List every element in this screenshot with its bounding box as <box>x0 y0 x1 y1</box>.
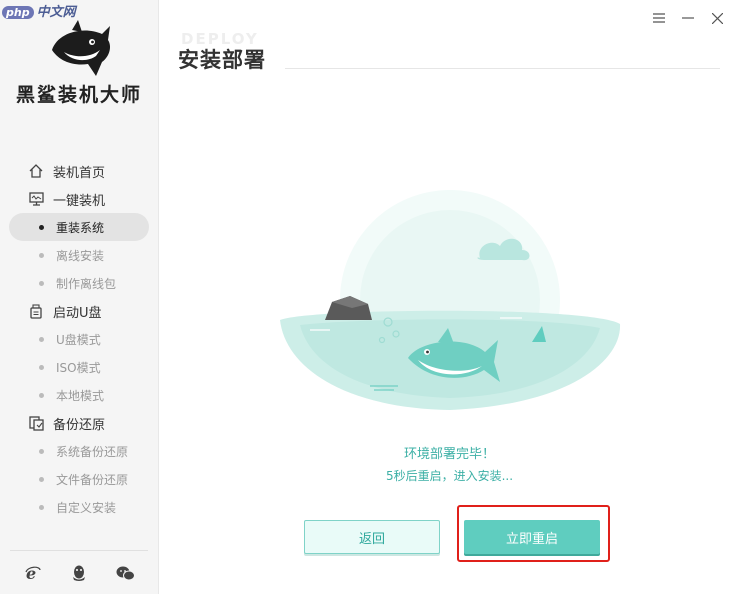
sidebar-subitem-offline-install[interactable]: 离线安装 <box>9 241 149 269</box>
sidebar-subitem-system-backup[interactable]: 系统备份还原 <box>9 437 149 465</box>
sidebar-item-label: 装机首页 <box>53 165 106 181</box>
sidebar-subitem-file-backup[interactable]: 文件备份还原 <box>9 465 149 493</box>
sidebar: php 中文网 黑鲨装机大师 装机首页 一键装机 重装系统 离线安装 制作离线包… <box>0 0 159 594</box>
bullet-icon <box>39 336 44 342</box>
sidebar-subitem-local-mode[interactable]: 本地模式 <box>9 381 149 409</box>
sidebar-item-backup-restore[interactable]: 备份还原 <box>0 409 158 437</box>
qq-icon[interactable] <box>69 563 89 583</box>
bullet-icon <box>39 252 44 258</box>
bullet-icon <box>39 224 44 230</box>
app-title: 黑鲨装机大师 <box>15 84 142 106</box>
sidebar-subitem-label: 制作离线包 <box>56 276 117 291</box>
watermark-logo: php <box>2 6 34 19</box>
countdown-message: 5秒后重启，进入安装... <box>385 469 514 483</box>
status-message: 环境部署完毕！ <box>403 447 495 462</box>
page-title: 安装部署 <box>178 48 266 72</box>
ie-icon[interactable]: e <box>23 563 43 583</box>
wechat-icon[interactable] <box>115 563 135 583</box>
minimize-icon[interactable] <box>680 10 696 26</box>
sidebar-subitem-reinstall[interactable]: 重装系统 <box>9 213 149 241</box>
restart-now-button[interactable]: 立即重启 <box>464 520 600 554</box>
menu-icon[interactable] <box>651 10 667 26</box>
shark-sea-illustration <box>270 190 630 430</box>
sidebar-subitem-iso-mode[interactable]: ISO模式 <box>9 353 149 381</box>
back-button[interactable]: 返回 <box>304 520 440 554</box>
sidebar-subitem-label: 自定义安装 <box>56 500 117 515</box>
bullet-icon <box>39 280 44 286</box>
window-controls <box>651 10 725 26</box>
sidebar-footer: e <box>10 550 148 595</box>
bullet-icon <box>39 448 44 454</box>
close-icon[interactable] <box>709 10 725 26</box>
sidebar-subitem-label: 重装系统 <box>56 220 105 235</box>
sidebar-subitem-label: 文件备份还原 <box>56 472 129 487</box>
sidebar-subitem-usb-mode[interactable]: U盘模式 <box>9 325 149 353</box>
usb-icon <box>28 303 44 319</box>
shark-logo-icon <box>44 20 114 80</box>
home-icon <box>28 163 44 179</box>
sidebar-subitem-label: U盘模式 <box>56 332 101 347</box>
backup-icon <box>28 415 44 431</box>
sidebar-item-home[interactable]: 装机首页 <box>0 157 158 185</box>
app-window: php 中文网 黑鲨装机大师 装机首页 一键装机 重装系统 离线安装 制作离线包… <box>0 0 739 594</box>
monitor-icon <box>28 191 44 207</box>
sidebar-subitem-label: 系统备份还原 <box>56 444 129 459</box>
bullet-icon <box>39 476 44 482</box>
sidebar-subitem-make-offline-package[interactable]: 制作离线包 <box>9 269 149 297</box>
bullet-icon <box>39 392 44 398</box>
title-divider <box>285 68 720 69</box>
sidebar-item-one-click-install[interactable]: 一键装机 <box>0 185 158 213</box>
sidebar-nav: 装机首页 一键装机 重装系统 离线安装 制作离线包 启动U盘 U盘模式 ISO模… <box>0 157 158 521</box>
sidebar-subitem-label: 本地模式 <box>56 388 105 403</box>
sidebar-item-boot-usb[interactable]: 启动U盘 <box>0 297 158 325</box>
sidebar-subitem-custom-install[interactable]: 自定义安装 <box>9 493 149 521</box>
watermark: php 中文网 <box>2 1 76 20</box>
sidebar-item-label: 备份还原 <box>53 417 106 433</box>
bullet-icon <box>39 504 44 510</box>
watermark-text: 中文网 <box>36 5 76 20</box>
sidebar-item-label: 一键装机 <box>53 193 106 209</box>
bullet-icon <box>39 364 44 370</box>
sidebar-item-label: 启动U盘 <box>53 305 102 321</box>
sidebar-subitem-label: 离线安装 <box>56 248 105 263</box>
sidebar-subitem-label: ISO模式 <box>56 360 101 375</box>
